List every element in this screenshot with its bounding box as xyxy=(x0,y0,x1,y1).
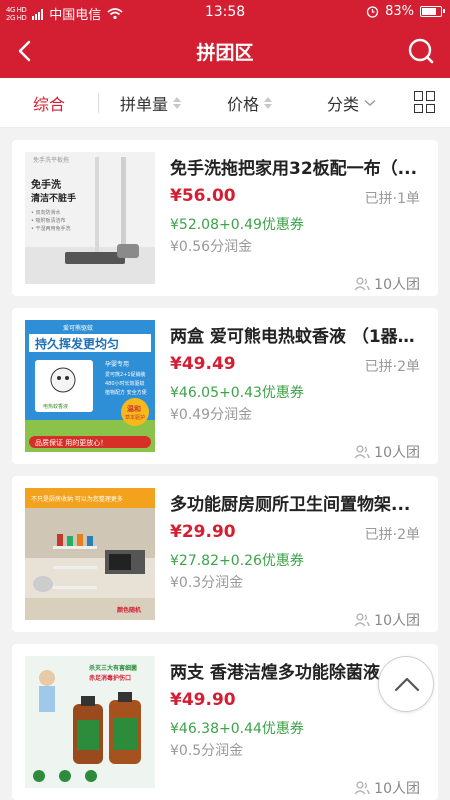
product-card[interactable]: 杀灭三大有害细菌 赤足消毒护伤口 两支 香港洁煌多功能除菌液... ¥49.90… xyxy=(12,644,438,800)
nav-bar: 拼团区 xyxy=(0,24,450,78)
group-size-label: 10人团 xyxy=(374,781,420,797)
image-text: 爱可熊2+1促销装 xyxy=(105,371,146,378)
sort-icon xyxy=(264,97,273,109)
image-text: 不只是厨房收纳 可以为您整理更多 xyxy=(31,495,123,503)
image-text: 温和 xyxy=(127,404,141,413)
product-title[interactable]: 两盒 爱可熊电热蚊香液 （1器+... xyxy=(170,322,422,347)
product-image-disinfectant: 杀灭三大有害细菌 赤足消毒护伤口 xyxy=(25,656,155,788)
sold-count: 已拼·2单 xyxy=(364,527,420,543)
image-text: 赤足消毒护伤口 xyxy=(89,674,131,682)
group-size: 10人团 xyxy=(354,778,420,798)
filter-group-count-label: 拼单量 xyxy=(120,95,169,114)
product-card[interactable]: 免手洗平板拖 免手洗 清洁不脏手 • 双向防滑水 • 吸附板清洁布 • 干湿两用… xyxy=(12,140,438,296)
image-text: 清洁不脏手 xyxy=(31,192,76,204)
image-text: 植物配方 安全方便 xyxy=(105,389,147,396)
sold-count: 已拼·2单 xyxy=(364,359,420,375)
filter-comprehensive[interactable]: 综合 xyxy=(33,78,65,128)
image-text: • 吸附板清洁布 xyxy=(31,217,66,224)
coupon-price: ¥46.05+0.43优惠券 xyxy=(170,385,304,401)
page-title: 拼团区 xyxy=(196,42,254,64)
filter-price-label: 价格 xyxy=(227,95,260,114)
chevron-down-icon xyxy=(364,99,376,106)
users-icon xyxy=(354,613,370,627)
product-title[interactable]: 免手洗拖把家用32板配一布（... xyxy=(170,154,422,179)
filter-comprehensive-label: 综合 xyxy=(33,95,66,114)
product-info: 免手洗拖把家用32板配一布（... ¥56.00 已拼·1单 ¥52.08+0.… xyxy=(170,154,426,293)
image-text: 免手洗平板拖 xyxy=(33,156,69,164)
product-info: 两盒 爱可熊电热蚊香液 （1器+... ¥49.49 已拼·2单 ¥46.05+… xyxy=(170,322,426,461)
chevron-up-icon xyxy=(394,677,420,692)
search-icon[interactable] xyxy=(404,34,438,68)
group-size: 10人团 xyxy=(354,442,420,462)
product-image-mosquito: 爱可熊驱蚊 持久挥发更均匀 孕婴专用 爱可熊2+1促销装 480小时长效驱蚊 植… xyxy=(25,320,155,452)
scroll-top-button[interactable] xyxy=(378,656,434,712)
filter-bar: 综合 拼单量 价格 分类 xyxy=(0,78,450,128)
group-size-label: 10人团 xyxy=(374,445,420,461)
commission: ¥0.3分润金 xyxy=(170,575,244,591)
mosquito-liquid-image: 爱可熊驱蚊 持久挥发更均匀 孕婴专用 爱可熊2+1促销装 480小时长效驱蚊 植… xyxy=(25,320,155,452)
product-info: 多功能厨房厕所卫生间置物架... ¥29.90 已拼·2单 ¥27.82+0.2… xyxy=(170,490,426,629)
commission: ¥0.56分润金 xyxy=(170,239,253,255)
grid-view-icon[interactable] xyxy=(414,91,436,113)
image-text: 持久挥发更均匀 xyxy=(35,336,119,351)
filter-category-label: 分类 xyxy=(327,95,360,114)
image-text: 孕婴专用 xyxy=(105,360,129,368)
image-text: 颜色随机 xyxy=(117,606,141,614)
status-bar: 4G HD 2G HD 中国电信 13:58 83% xyxy=(0,0,450,24)
commission: ¥0.49分润金 xyxy=(170,407,253,423)
product-price: ¥56.00 xyxy=(170,186,236,206)
users-icon xyxy=(354,277,370,291)
product-card[interactable]: 爱可熊驱蚊 持久挥发更均匀 孕婴专用 爱可熊2+1促销装 480小时长效驱蚊 植… xyxy=(12,308,438,464)
shelf-image: 不只是厨房收纳 可以为您整理更多 颜色随机 xyxy=(25,488,155,620)
filter-divider xyxy=(98,93,99,113)
image-text: • 双向防滑水 xyxy=(31,209,61,216)
group-size-label: 10人团 xyxy=(374,277,420,293)
image-text: • 干湿两用免手洗 xyxy=(31,225,71,232)
filter-price[interactable]: 价格 xyxy=(227,78,273,128)
users-icon xyxy=(354,445,370,459)
coupon-price: ¥46.38+0.44优惠券 xyxy=(170,721,304,737)
sold-count: 已拼·1单 xyxy=(364,191,420,207)
product-card[interactable]: 不只是厨房收纳 可以为您整理更多 颜色随机 多功能厨房厕所卫生间置物架... ¥… xyxy=(12,476,438,632)
image-text: 电热蚊香液 xyxy=(43,403,68,410)
group-size-label: 10人团 xyxy=(374,613,420,629)
sort-icon xyxy=(173,97,182,109)
group-size: 10人团 xyxy=(354,610,420,630)
group-size: 10人团 xyxy=(354,274,420,294)
product-price: ¥49.90 xyxy=(170,690,236,710)
users-icon xyxy=(354,781,370,795)
battery-icon xyxy=(420,6,445,17)
mop-image: 免手洗平板拖 免手洗 清洁不脏手 • 双向防滑水 • 吸附板清洁布 • 干湿两用… xyxy=(25,152,155,284)
filter-group-count[interactable]: 拼单量 xyxy=(120,78,182,128)
disinfectant-image: 杀灭三大有害细菌 赤足消毒护伤口 xyxy=(25,656,155,788)
product-price: ¥29.90 xyxy=(170,522,236,542)
coupon-price: ¥27.82+0.26优惠券 xyxy=(170,553,304,569)
battery-percent: 83% xyxy=(385,4,414,19)
image-text: 品质保证 用的更放心！ xyxy=(35,438,107,447)
image-text: 杀灭三大有害细菌 xyxy=(89,664,137,672)
product-image-mop: 免手洗平板拖 免手洗 清洁不脏手 • 双向防滑水 • 吸附板清洁布 • 干湿两用… xyxy=(25,152,155,284)
image-text: 爱可熊驱蚊 xyxy=(63,324,93,332)
product-title[interactable]: 多功能厨房厕所卫生间置物架... xyxy=(170,490,422,515)
product-image-shelf: 不只是厨房收纳 可以为您整理更多 颜色随机 xyxy=(25,488,155,620)
image-text: 480小时长效驱蚊 xyxy=(105,380,145,387)
product-price: ¥49.49 xyxy=(170,354,236,374)
image-text: 草本驱护 xyxy=(125,414,145,421)
image-text: 免手洗 xyxy=(31,178,61,191)
coupon-price: ¥52.08+0.49优惠券 xyxy=(170,217,304,233)
filter-category[interactable]: 分类 xyxy=(327,78,376,128)
commission: ¥0.5分润金 xyxy=(170,743,244,759)
alarm-icon xyxy=(366,6,379,18)
